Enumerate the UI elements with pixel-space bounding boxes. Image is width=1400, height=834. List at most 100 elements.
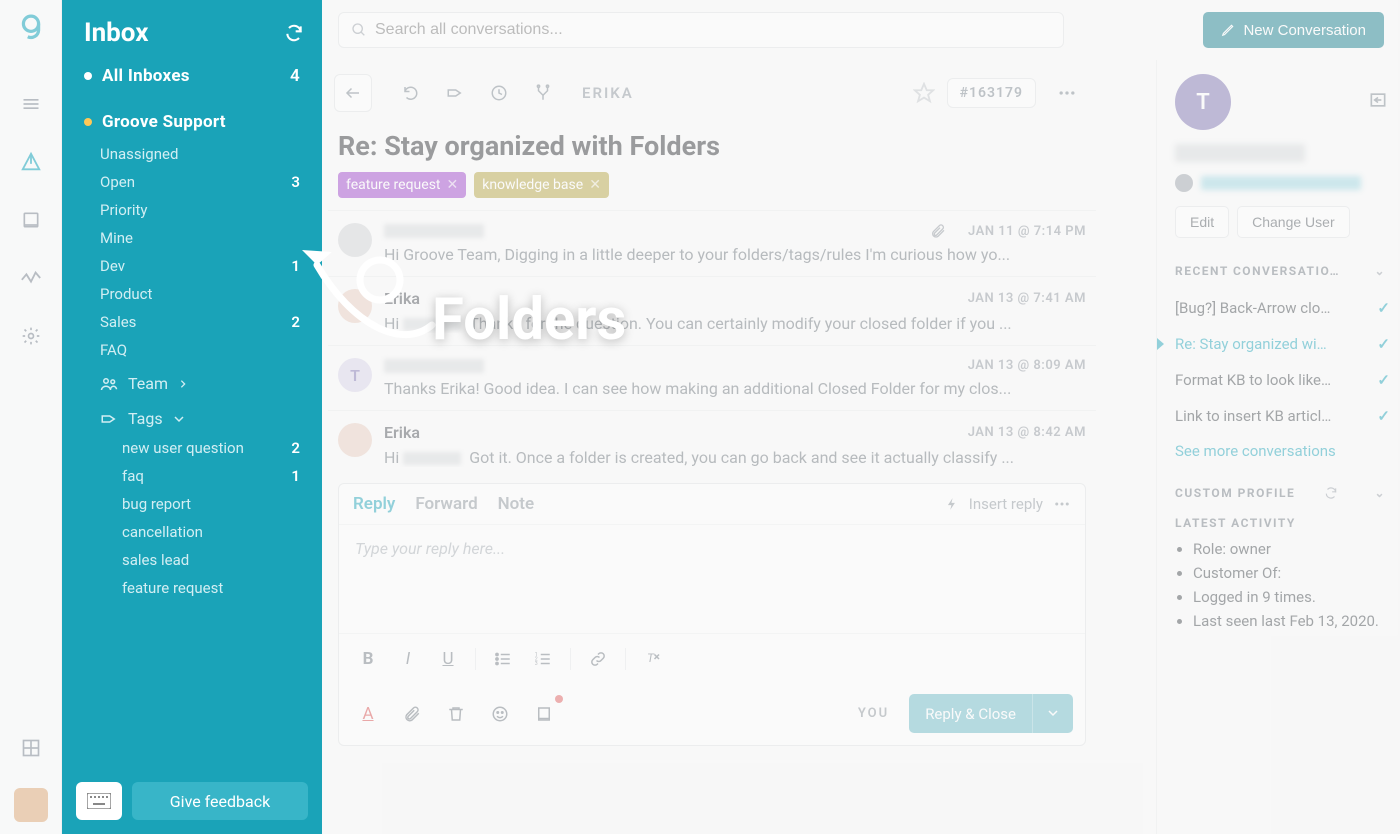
more-icon[interactable] xyxy=(1053,495,1071,513)
reply-action-bar: A YOU Reply & Close xyxy=(339,684,1085,745)
folder-item[interactable]: Mine xyxy=(100,224,322,252)
nav-grid-icon[interactable] xyxy=(13,730,49,766)
svg-text:T: T xyxy=(647,651,655,665)
message-item[interactable]: T JAN 13 @ 8:09 AM Thanks Erika! Good id… xyxy=(328,345,1096,410)
insert-reply-button[interactable]: Insert reply xyxy=(969,495,1043,513)
collapse-panel-button[interactable] xyxy=(1368,90,1388,114)
folder-item[interactable]: Priority xyxy=(100,196,322,224)
tab-note[interactable]: Note xyxy=(498,494,535,514)
recent-conversation-item[interactable]: Link to insert KB articl…✓ xyxy=(1175,398,1394,434)
message-item[interactable]: JAN 11 @ 7:14 PM Hi Groove Team, Digging… xyxy=(328,210,1096,276)
remove-tag-icon[interactable]: ✕ xyxy=(447,177,459,193)
nav-settings-icon[interactable] xyxy=(13,318,49,354)
new-conversation-button[interactable]: New Conversation xyxy=(1203,12,1384,48)
change-user-button[interactable]: Change User xyxy=(1237,206,1350,238)
right-panel: T Edit Change User RECENT CONVERSATIO… ⌄… xyxy=(1156,60,1400,834)
svg-text:3: 3 xyxy=(535,661,538,667)
number-list-button[interactable]: 123 xyxy=(526,642,560,676)
undo-icon xyxy=(402,84,420,102)
see-more-link[interactable]: See more conversations xyxy=(1175,442,1394,460)
tag-pill[interactable]: knowledge base✕ xyxy=(474,172,609,198)
remove-tag-icon[interactable]: ✕ xyxy=(589,177,601,193)
latest-activity: LATEST ACTIVITY Role: owner Customer Of:… xyxy=(1175,516,1394,630)
conversation-column: ERIKA #163179 Re: Stay organized with Fo… xyxy=(322,60,1102,834)
tab-forward[interactable]: Forward xyxy=(415,494,477,514)
conversation-toolbar: ERIKA #163179 xyxy=(328,60,1096,126)
emoji-button[interactable] xyxy=(483,697,517,731)
tag-item[interactable]: cancellation xyxy=(122,518,322,546)
menu-icon[interactable] xyxy=(13,86,49,122)
message-timestamp: JAN 11 @ 7:14 PM xyxy=(968,224,1086,239)
folder-item[interactable]: Product xyxy=(100,280,322,308)
nav-reports-icon[interactable] xyxy=(13,260,49,296)
kb-insert-button[interactable] xyxy=(527,697,561,731)
sidebar-tags[interactable]: Tags xyxy=(62,399,322,434)
search-field[interactable] xyxy=(375,21,1051,39)
give-feedback-button[interactable]: Give feedback xyxy=(132,782,308,820)
back-button[interactable] xyxy=(334,74,372,112)
edit-contact-button[interactable]: Edit xyxy=(1175,206,1229,238)
assignee-label[interactable]: ERIKA xyxy=(582,84,634,102)
tags-label: Tags xyxy=(128,409,163,428)
recent-conversation-item[interactable]: Re: Stay organized wi…✓ xyxy=(1175,326,1394,362)
message-item[interactable]: ErikaJAN 13 @ 7:41 AM Hi Thanks for the … xyxy=(328,276,1096,345)
tag-item[interactable]: new user question2 xyxy=(122,434,322,462)
refresh-icon[interactable] xyxy=(1324,486,1338,500)
sidebar-team[interactable]: Team xyxy=(62,364,322,399)
more-button[interactable] xyxy=(1048,74,1086,112)
text-color-button[interactable]: A xyxy=(351,697,385,731)
nav-kb-icon[interactable] xyxy=(13,202,49,238)
clear-format-button[interactable]: T xyxy=(636,642,670,676)
contact-avatar[interactable]: T xyxy=(1175,74,1231,130)
bold-button[interactable]: B xyxy=(351,642,385,676)
keyboard-shortcuts-button[interactable] xyxy=(76,782,122,820)
chevron-down-icon: ⌄ xyxy=(1374,264,1386,278)
reply-dropdown[interactable] xyxy=(1032,694,1073,733)
recent-conversation-item[interactable]: [Bug?] Back-Arrow clo…✓ xyxy=(1175,290,1394,326)
star-icon[interactable] xyxy=(913,82,935,104)
reply-and-close-button[interactable]: Reply & Close xyxy=(909,694,1073,733)
tag-item[interactable]: faq1 xyxy=(122,462,322,490)
conversation-subject: Re: Stay organized with Folders xyxy=(338,130,1086,162)
recent-conversation-item[interactable]: Format KB to look like…✓ xyxy=(1175,362,1394,398)
merge-button[interactable] xyxy=(524,74,562,112)
user-avatar[interactable] xyxy=(14,788,48,822)
conversation-id[interactable]: #163179 xyxy=(947,78,1036,108)
all-inboxes-count: 4 xyxy=(290,66,300,86)
tag-pill[interactable]: feature request✕ xyxy=(338,172,466,198)
tag-item[interactable]: bug report xyxy=(122,490,322,518)
folder-item[interactable]: Sales2 xyxy=(100,308,322,336)
sidebar-mailbox[interactable]: Groove Support xyxy=(62,104,322,140)
mailbox-label: Groove Support xyxy=(102,112,300,132)
recent-conversations-list: [Bug?] Back-Arrow clo…✓ Re: Stay organiz… xyxy=(1175,290,1394,434)
message-timestamp: JAN 13 @ 8:09 AM xyxy=(968,358,1086,373)
tag-button[interactable] xyxy=(436,74,474,112)
tab-reply[interactable]: Reply xyxy=(353,494,395,514)
all-inboxes-label: All Inboxes xyxy=(102,66,290,86)
folder-item[interactable]: FAQ xyxy=(100,336,322,364)
italic-button[interactable]: I xyxy=(391,642,425,676)
attach-button[interactable] xyxy=(395,697,429,731)
bullet-list-button[interactable] xyxy=(486,642,520,676)
reply-textarea[interactable]: Type your reply here... xyxy=(339,525,1085,633)
nav-inbox-icon[interactable] xyxy=(13,144,49,180)
search-input[interactable] xyxy=(338,12,1064,48)
chevron-down-icon xyxy=(173,413,185,425)
sidebar-all-inboxes[interactable]: All Inboxes 4 xyxy=(62,58,322,94)
snooze-button[interactable] xyxy=(480,74,518,112)
link-button[interactable] xyxy=(581,642,615,676)
message-preview: Thanks Erika! Good idea. I can see how m… xyxy=(384,379,1086,398)
folder-item[interactable]: Unassigned xyxy=(100,140,322,168)
folder-item[interactable]: Open3 xyxy=(100,168,322,196)
tag-item[interactable]: feature request xyxy=(122,574,322,602)
folder-item[interactable]: Dev1 xyxy=(100,252,322,280)
refresh-icon[interactable] xyxy=(284,23,304,43)
tag-item[interactable]: sales lead xyxy=(122,546,322,574)
custom-profile-header[interactable]: CUSTOM PROFILE ⌄ xyxy=(1175,486,1394,500)
trash-button[interactable] xyxy=(439,697,473,731)
underline-button[interactable]: U xyxy=(431,642,465,676)
recent-conversations-header[interactable]: RECENT CONVERSATIO… ⌄ xyxy=(1175,264,1394,278)
undo-button[interactable] xyxy=(392,74,430,112)
message-item[interactable]: ErikaJAN 13 @ 8:42 AM Hi Got it. Once a … xyxy=(328,410,1096,479)
message-avatar xyxy=(338,289,372,323)
